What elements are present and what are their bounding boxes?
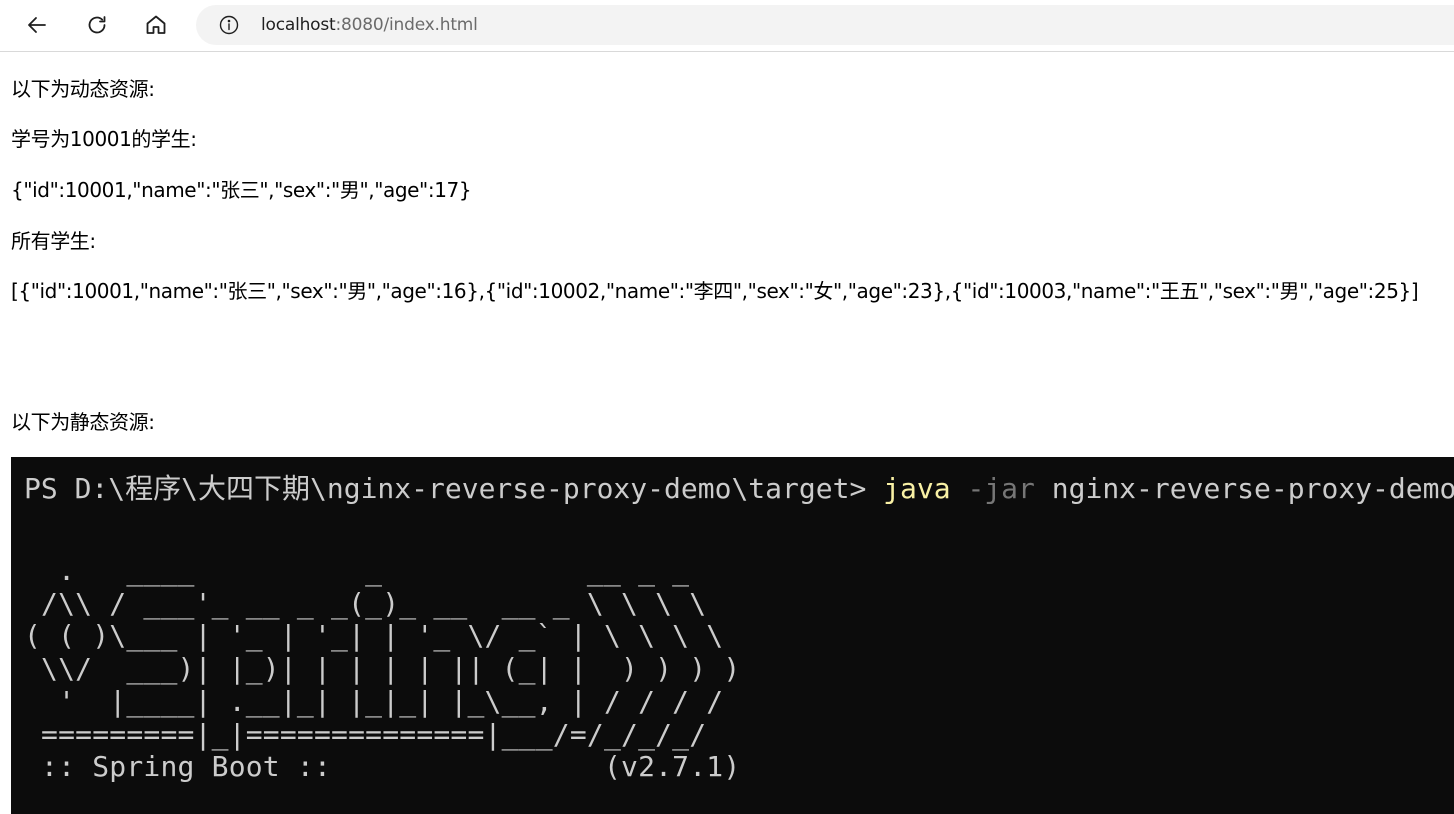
terminal-screenshot: PS D:\程序\大四下期\nginx-reverse-proxy-demo\t… [11,457,1454,814]
student-json: {"id":10001,"name":"张三","sex":"男","age":… [11,178,472,202]
spring-boot-banner: . ____ _ __ _ _ /\\ / ___'_ __ _ _(_)_ _… [24,554,741,784]
reload-icon [88,16,106,34]
back-button[interactable] [21,9,53,41]
url-text[interactable]: localhost:8080/index.html [261,15,478,35]
static-resources-heading: 以下为静态资源: [11,410,155,434]
url-host: localhost [261,15,336,35]
student-heading: 学号为10001的学生: [11,127,197,151]
terminal-argument: nginx-reverse-proxy-demo-0.0.1-SNAPSHOT.… [1051,472,1454,505]
home-button[interactable] [140,9,172,41]
browser-toolbar: localhost:8080/index.html [0,0,1454,52]
all-students-json: [{"id":10001,"name":"张三","sex":"男","age"… [11,279,1419,303]
info-icon[interactable] [219,15,239,35]
url-path: :8080/index.html [335,15,478,35]
address-bar[interactable]: localhost:8080/index.html [196,5,1454,45]
terminal-command-line: PS D:\程序\大四下期\nginx-reverse-proxy-demo\t… [24,473,1454,505]
dynamic-resources-heading: 以下为动态资源: [11,77,155,101]
arrow-left-icon [28,17,46,33]
terminal-flag: -jar [950,472,1035,505]
all-students-heading: 所有学生: [11,229,96,253]
terminal-prompt: PS D:\程序\大四下期\nginx-reverse-proxy-demo\t… [24,472,884,505]
terminal-command: java [883,472,951,505]
reload-button[interactable] [81,9,113,41]
home-icon [146,15,166,34]
